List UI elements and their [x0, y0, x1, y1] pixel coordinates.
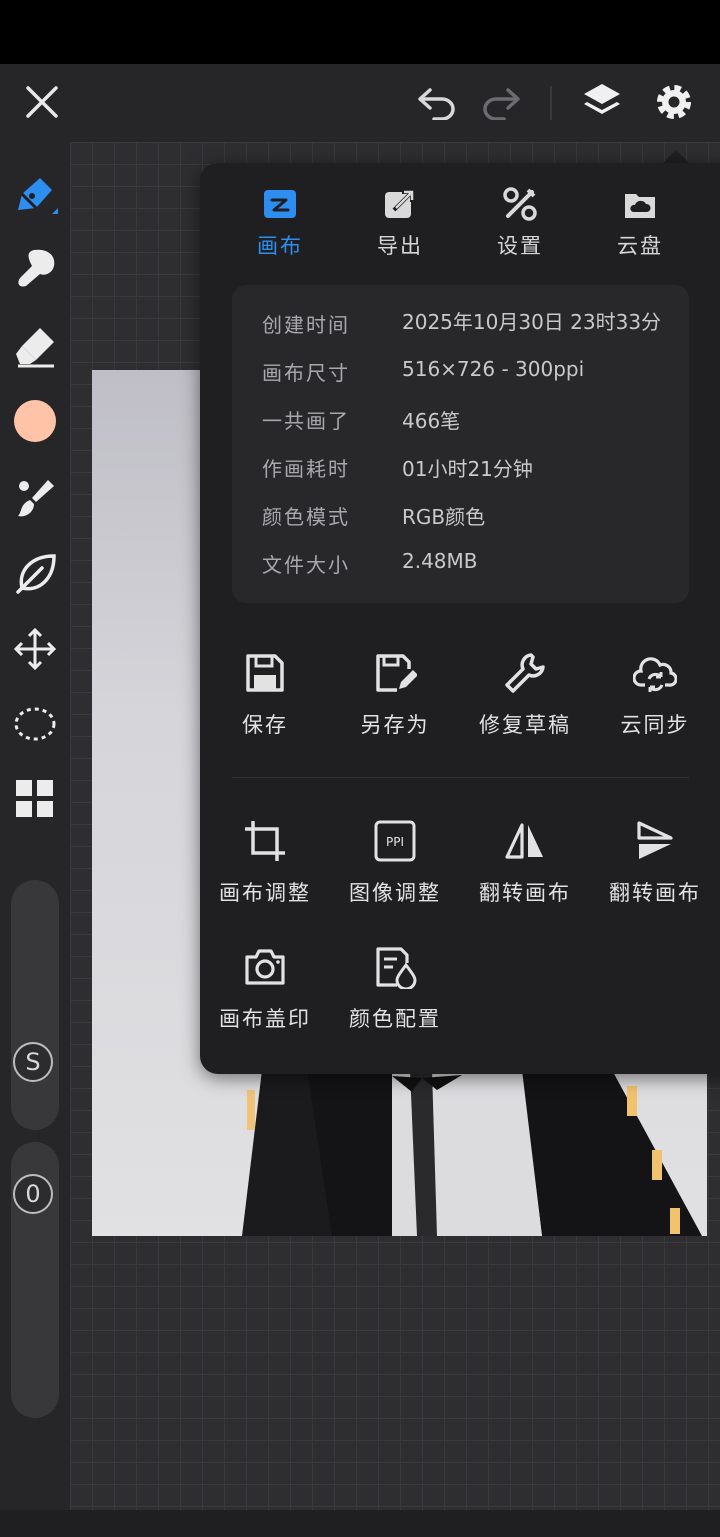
action-label: 颜色配置 — [349, 1007, 441, 1031]
panel-divider — [232, 777, 689, 778]
action-label: 修复草稿 — [479, 713, 571, 737]
camera-icon — [243, 945, 287, 989]
layers-icon[interactable] — [580, 80, 624, 124]
tools-icon — [502, 186, 538, 222]
panel-pointer — [662, 150, 690, 164]
color-swatch[interactable] — [14, 400, 56, 442]
repair-draft-button[interactable]: 修复草稿 — [460, 651, 590, 751]
info-key: 文件大小 — [262, 553, 350, 577]
canvas-adjust-button[interactable]: 画布调整 — [200, 819, 330, 919]
tool-sidebar: S 0 — [0, 142, 70, 1510]
undo-icon[interactable] — [416, 84, 458, 120]
save-as-icon — [373, 651, 417, 695]
info-key: 画布尺寸 — [262, 361, 350, 385]
flip-vertical-icon — [633, 819, 677, 863]
info-value: RGB颜色 — [402, 505, 486, 529]
tab-export[interactable]: 导出 — [340, 186, 460, 266]
svg-text:PPI: PPI — [386, 835, 404, 849]
action-label: 翻转画布 — [479, 881, 571, 905]
info-key: 作画耗时 — [262, 457, 350, 481]
info-value: 2.48MB — [402, 549, 478, 573]
action-label: 画布调整 — [219, 881, 311, 905]
size-slider-handle[interactable]: S — [13, 1042, 53, 1082]
top-toolbar — [0, 64, 720, 142]
canvas-settings-panel: 画布 导出 设置 云盘 创建时间 2025年10月30日 23时33分 画布尺寸… — [200, 163, 720, 1074]
color-config-button[interactable]: 颜色配置 — [330, 945, 460, 1045]
tab-cloud-drive[interactable]: 云盘 — [580, 186, 700, 266]
info-key: 颜色模式 — [262, 505, 350, 529]
image-adjust-button[interactable]: PPI 图像调整 — [330, 819, 460, 919]
action-label: 保存 — [242, 713, 288, 737]
bottom-bar — [0, 1510, 720, 1537]
grid-menu-icon[interactable] — [16, 780, 54, 818]
leaf-icon[interactable] — [14, 552, 58, 596]
action-label: 翻转画布 — [609, 881, 701, 905]
save-button[interactable]: 保存 — [200, 651, 330, 751]
flip-vertical-button[interactable]: 翻转画布 — [590, 819, 720, 919]
tab-label: 设置 — [497, 234, 543, 258]
close-icon[interactable] — [24, 84, 60, 120]
toolbar-divider — [550, 86, 552, 120]
info-value: 01小时21分钟 — [402, 457, 533, 481]
action-label: 画布盖印 — [219, 1007, 311, 1031]
gear-icon[interactable] — [652, 80, 696, 124]
status-bar — [0, 0, 720, 64]
cloud-sync-button[interactable]: 云同步 — [590, 651, 720, 751]
lasso-selection-icon[interactable] — [12, 702, 58, 748]
opacity-slider-handle[interactable]: 0 — [13, 1174, 53, 1214]
action-label: 图像调整 — [349, 881, 441, 905]
ppi-icon: PPI — [373, 819, 417, 863]
action-label: 云同步 — [620, 713, 690, 737]
cloud-drive-icon — [622, 186, 658, 222]
tab-label: 导出 — [377, 234, 423, 258]
crop-icon — [243, 819, 287, 863]
info-value: 516×726 - 300ppi — [402, 357, 585, 381]
canvas-icon — [262, 186, 298, 222]
canvas-info-box: 创建时间 2025年10月30日 23时33分 画布尺寸 516×726 - 3… — [232, 285, 689, 603]
info-value: 2025年10月30日 23时33分 — [402, 310, 662, 334]
tab-canvas[interactable]: 画布 — [220, 186, 340, 266]
flip-horizontal-icon — [503, 819, 547, 863]
tab-label: 画布 — [257, 234, 303, 258]
eraser-icon[interactable] — [14, 324, 58, 368]
export-icon — [382, 186, 418, 222]
pen-tool-icon[interactable] — [12, 170, 60, 218]
color-config-icon — [373, 945, 417, 989]
info-key: 创建时间 — [262, 313, 350, 337]
brush-icon[interactable] — [14, 476, 58, 520]
wrench-icon — [503, 651, 547, 695]
size-slider[interactable] — [11, 880, 59, 1130]
flip-horizontal-button[interactable]: 翻转画布 — [460, 819, 590, 919]
tab-label: 云盘 — [617, 234, 663, 258]
action-label: 另存为 — [360, 713, 430, 737]
canvas-stamp-button[interactable]: 画布盖印 — [200, 945, 330, 1045]
move-icon[interactable] — [12, 626, 58, 672]
redo-icon[interactable] — [480, 84, 522, 120]
cloud-sync-icon — [633, 651, 677, 695]
info-value: 466笔 — [402, 409, 461, 433]
save-as-button[interactable]: 另存为 — [330, 651, 460, 751]
smudge-icon[interactable] — [14, 246, 58, 290]
save-icon — [243, 651, 287, 695]
tab-settings[interactable]: 设置 — [460, 186, 580, 266]
info-key: 一共画了 — [262, 409, 350, 433]
